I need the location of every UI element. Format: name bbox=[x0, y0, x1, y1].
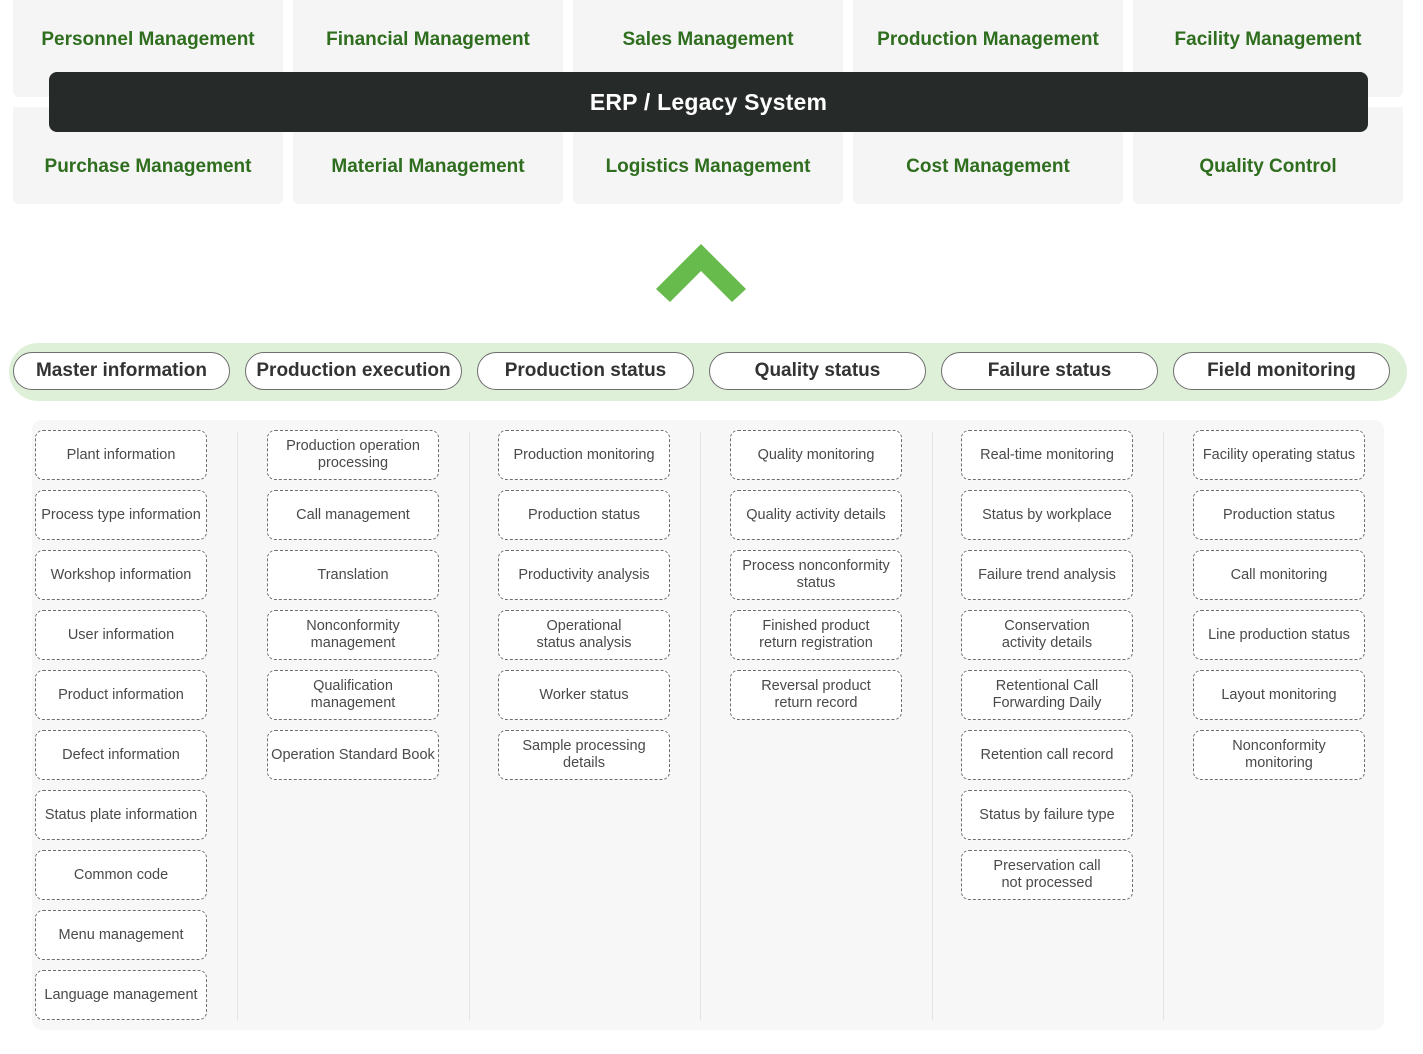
function-item: Common code bbox=[35, 850, 207, 900]
function-item: Workshop information bbox=[35, 550, 207, 600]
function-item: Quality monitoring bbox=[730, 430, 902, 480]
function-item: Retention call record bbox=[961, 730, 1133, 780]
function-item: Conservation activity details bbox=[961, 610, 1133, 660]
function-item: Operation Standard Book bbox=[267, 730, 439, 780]
module-label: Purchase Management bbox=[44, 156, 252, 177]
module-label: Quality Control bbox=[1199, 156, 1337, 177]
function-item: Facility operating status bbox=[1193, 430, 1365, 480]
category-label: Quality status bbox=[754, 360, 881, 381]
function-item: Line production status bbox=[1193, 610, 1365, 660]
function-item: Production operation processing bbox=[267, 430, 439, 480]
function-item: Production status bbox=[1193, 490, 1365, 540]
column-divider bbox=[237, 432, 238, 1020]
function-item: Worker status bbox=[498, 670, 670, 720]
column-divider bbox=[469, 432, 470, 1020]
column-divider bbox=[700, 432, 701, 1020]
erp-legacy-system-bar: ERP / Legacy System bbox=[49, 72, 1368, 132]
category-failure-status: Failure status bbox=[941, 352, 1158, 390]
category-label: Failure status bbox=[987, 360, 1112, 381]
category-label: Field monitoring bbox=[1207, 360, 1356, 381]
function-item: Status by failure type bbox=[961, 790, 1133, 840]
function-item: Qualification management bbox=[267, 670, 439, 720]
function-item: Failure trend analysis bbox=[961, 550, 1133, 600]
category-master-information: Master information bbox=[13, 352, 230, 390]
category-label: Production status bbox=[504, 360, 667, 381]
function-item: User information bbox=[35, 610, 207, 660]
function-item: Reversal product return record bbox=[730, 670, 902, 720]
function-item: Production status bbox=[498, 490, 670, 540]
column-divider bbox=[932, 432, 933, 1020]
category-label: Master information bbox=[35, 360, 208, 381]
function-item: Status by workplace bbox=[961, 490, 1133, 540]
function-item: Process nonconformity status bbox=[730, 550, 902, 600]
module-label: Financial Management bbox=[326, 29, 530, 50]
function-item: Nonconformity monitoring bbox=[1193, 730, 1365, 780]
category-production-status: Production status bbox=[477, 352, 694, 390]
category-label: Production execution bbox=[256, 360, 451, 381]
function-item: Call monitoring bbox=[1193, 550, 1365, 600]
function-item: Productivity analysis bbox=[498, 550, 670, 600]
function-item: Status plate information bbox=[35, 790, 207, 840]
module-label: Cost Management bbox=[906, 156, 1070, 177]
function-item: Sample processing details bbox=[498, 730, 670, 780]
function-item: Quality activity details bbox=[730, 490, 902, 540]
function-item: Process type information bbox=[35, 490, 207, 540]
module-label: Personnel Management bbox=[41, 29, 255, 50]
module-label: Logistics Management bbox=[605, 156, 811, 177]
function-item: Preservation call not processed bbox=[961, 850, 1133, 900]
function-item: Production monitoring bbox=[498, 430, 670, 480]
function-item: Layout monitoring bbox=[1193, 670, 1365, 720]
module-label: Sales Management bbox=[622, 29, 794, 50]
function-item: Translation bbox=[267, 550, 439, 600]
function-item: Defect information bbox=[35, 730, 207, 780]
function-panel bbox=[32, 420, 1384, 1030]
function-item: Call management bbox=[267, 490, 439, 540]
function-item: Retentional Call Forwarding Daily bbox=[961, 670, 1133, 720]
column-divider bbox=[1163, 432, 1164, 1020]
module-label: Facility Management bbox=[1174, 29, 1362, 50]
function-item: Product information bbox=[35, 670, 207, 720]
function-item: Finished product return registration bbox=[730, 610, 902, 660]
function-item: Real-time monitoring bbox=[961, 430, 1133, 480]
module-label: Production Management bbox=[877, 29, 1099, 50]
function-item: Nonconformity management bbox=[267, 610, 439, 660]
function-item: Language management bbox=[35, 970, 207, 1020]
function-item: Operational status analysis bbox=[498, 610, 670, 660]
category-quality-status: Quality status bbox=[709, 352, 926, 390]
module-label: Material Management bbox=[331, 156, 525, 177]
function-item: Menu management bbox=[35, 910, 207, 960]
category-field-monitoring: Field monitoring bbox=[1173, 352, 1390, 390]
category-production-execution: Production execution bbox=[245, 352, 462, 390]
erp-title: ERP / Legacy System bbox=[589, 88, 828, 115]
chevron-up-icon bbox=[656, 244, 746, 302]
function-item: Plant information bbox=[35, 430, 207, 480]
